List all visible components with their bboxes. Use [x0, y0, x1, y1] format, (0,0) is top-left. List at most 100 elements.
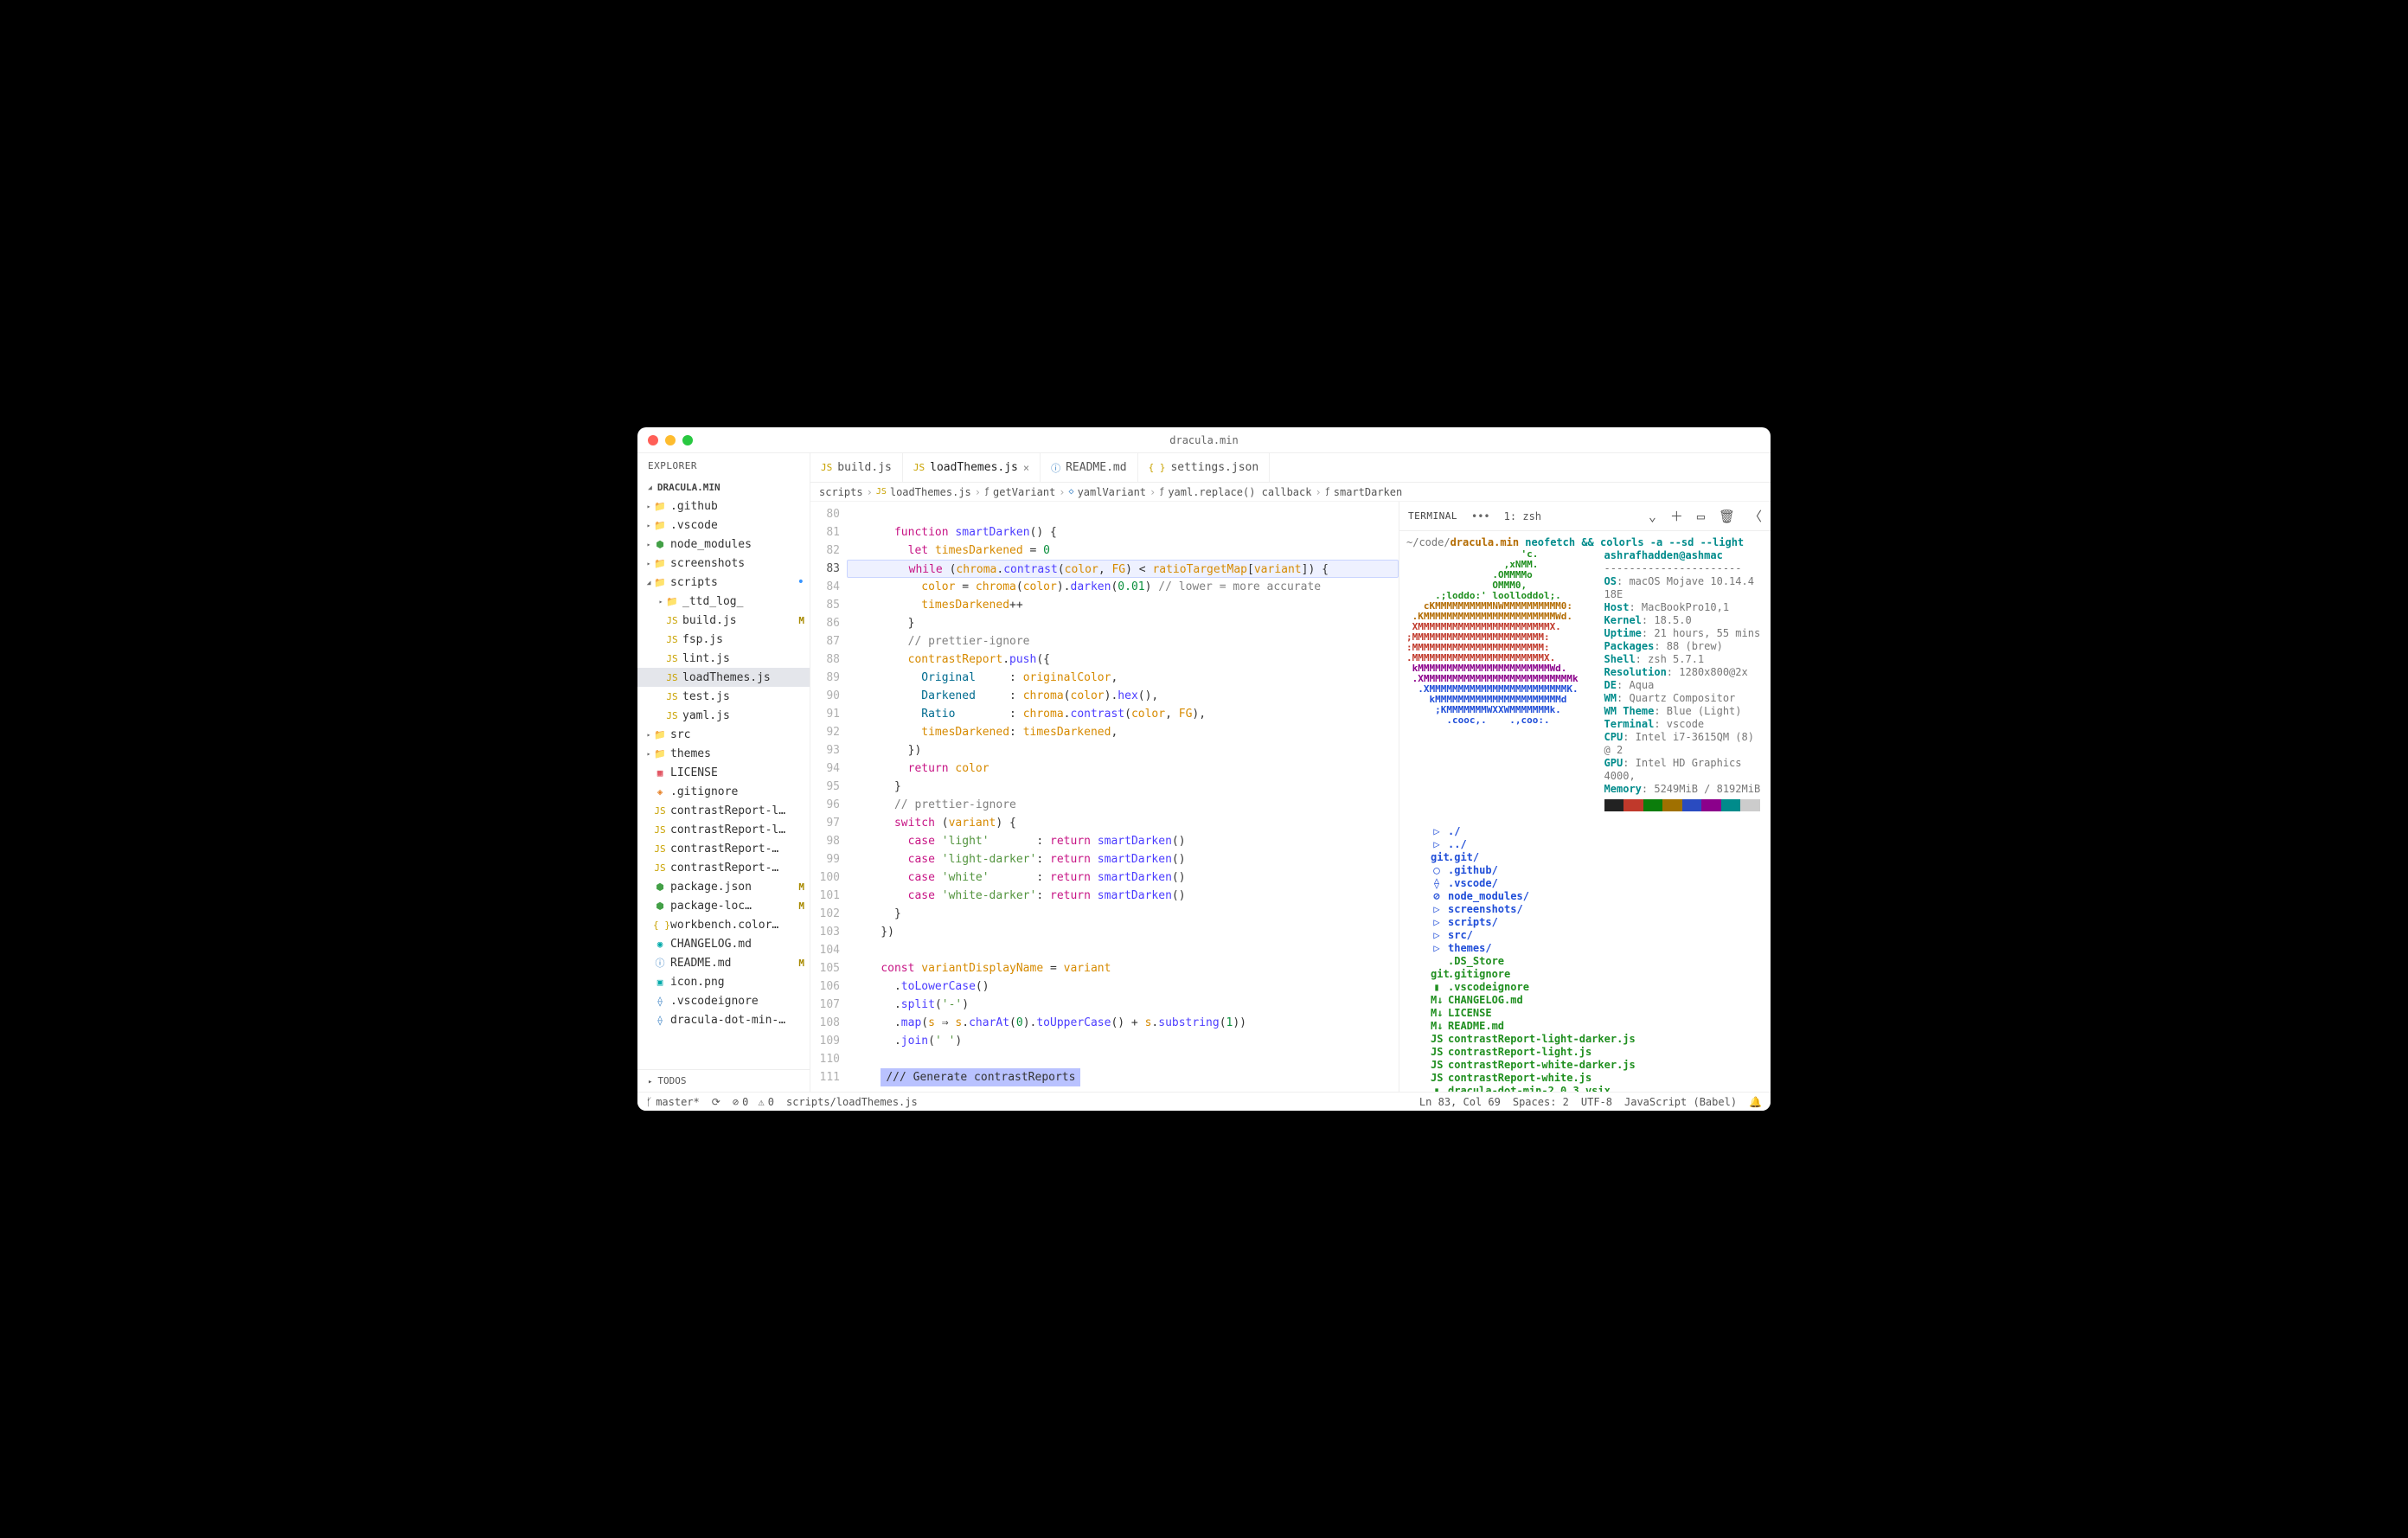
add-terminal-icon[interactable]: ＋: [1670, 507, 1683, 525]
file-icon: ⟠: [653, 1015, 667, 1026]
more-icon[interactable]: •••: [1471, 510, 1490, 522]
file-row[interactable]: JScontrastReport-l…: [637, 820, 810, 839]
status-bar: ᚶ master* ⟳ ⊘ 0 ⚠ 0 scripts/loadThemes.j…: [637, 1092, 1771, 1111]
todos-section[interactable]: TODOS: [637, 1069, 810, 1092]
file-explorer[interactable]: ▸📁.github▸📁.vscode▸⬢node_modules▸📁screen…: [637, 497, 810, 1069]
dropdown-icon[interactable]: ⌄: [1649, 509, 1656, 524]
breadcrumb-item[interactable]: yaml.replace() callback: [1168, 486, 1311, 498]
folder-row[interactable]: ▸📁themes: [637, 744, 810, 763]
window-title: dracula.min: [1169, 434, 1238, 446]
file-row[interactable]: JSloadThemes.js: [637, 668, 810, 687]
folder-row[interactable]: ▸📁_ttd_log_: [637, 592, 810, 611]
item-label: contrastReport-l…: [670, 804, 804, 817]
editor-tab[interactable]: JSbuild.js: [810, 453, 903, 482]
item-label: _ttd_log_: [682, 595, 804, 608]
folder-row[interactable]: ▸📁src: [637, 725, 810, 744]
file-icon: ⓘ: [653, 956, 667, 970]
file-row[interactable]: JScontrastReport-…: [637, 858, 810, 877]
code-editor[interactable]: 8081828384858687888990919293949596979899…: [810, 502, 1399, 1092]
file-row[interactable]: JScontrastReport-l…: [637, 801, 810, 820]
file-row[interactable]: ⟠dracula-dot-min-…: [637, 1010, 810, 1029]
file-icon: JS: [821, 462, 832, 473]
file-row[interactable]: JSlint.js: [637, 649, 810, 668]
file-row[interactable]: JScontrastReport-…: [637, 839, 810, 858]
file-row[interactable]: ⬢package-loc…M: [637, 896, 810, 915]
folder-row[interactable]: ▸📁screenshots: [637, 554, 810, 573]
maximize-icon[interactable]: [682, 435, 693, 445]
line-gutter: 8081828384858687888990919293949596979899…: [810, 502, 847, 1092]
titlebar: dracula.min: [637, 427, 1771, 453]
breadcrumb-item[interactable]: scripts: [819, 486, 863, 498]
editor-tab[interactable]: ⓘREADME.md: [1041, 453, 1137, 482]
minimize-icon[interactable]: [665, 435, 676, 445]
folder-row[interactable]: ▸📁.github: [637, 497, 810, 516]
file-row[interactable]: ▦LICENSE: [637, 763, 810, 782]
sidebar: EXPLORER DRACULA.MIN ▸📁.github▸📁.vscode▸…: [637, 453, 810, 1092]
breadcrumb-separator: ›: [1315, 486, 1321, 498]
git-branch[interactable]: ᚶ master*: [646, 1096, 700, 1108]
file-icon: JS: [665, 653, 679, 664]
file-row[interactable]: ◉CHANGELOG.md: [637, 934, 810, 953]
breadcrumb-item[interactable]: yamlVariant: [1078, 486, 1146, 498]
chevron-right-icon[interactable]: 〈: [1749, 507, 1762, 525]
terminal-content[interactable]: ~/code/dracula.min neofetch && colorls -…: [1399, 531, 1771, 1092]
project-name[interactable]: DRACULA.MIN: [637, 478, 810, 497]
folder-row[interactable]: ▸⬢node_modules: [637, 535, 810, 554]
file-row[interactable]: { }workbench.color…: [637, 915, 810, 934]
file-row[interactable]: JSbuild.jsM: [637, 611, 810, 630]
file-icon: JS: [653, 805, 667, 817]
problems[interactable]: ⊘ 0 ⚠ 0: [733, 1096, 774, 1108]
file-icon: JS: [665, 615, 679, 626]
item-label: contrastReport-l…: [670, 823, 804, 836]
modified-badge: M: [798, 900, 804, 912]
breadcrumb-item[interactable]: getVariant: [993, 486, 1055, 498]
shell-selector[interactable]: 1: zsh: [1504, 510, 1541, 522]
file-row[interactable]: JSfsp.js: [637, 630, 810, 649]
code-content[interactable]: function smartDarken() { let timesDarken…: [847, 502, 1399, 1092]
item-label: themes: [670, 747, 804, 760]
sidebar-header: EXPLORER: [637, 453, 810, 478]
breadcrumb-item[interactable]: smartDarken: [1334, 486, 1402, 498]
breadcrumb-item[interactable]: loadThemes.js: [890, 486, 971, 498]
file-row[interactable]: ⟠.vscodeignore: [637, 991, 810, 1010]
sync-icon[interactable]: ⟳: [712, 1096, 720, 1108]
file-icon: JS: [665, 710, 679, 721]
encoding[interactable]: UTF-8: [1581, 1096, 1612, 1108]
item-label: scripts: [670, 576, 797, 589]
close-icon[interactable]: [648, 435, 658, 445]
file-row[interactable]: ⓘREADME.mdM: [637, 953, 810, 972]
file-row[interactable]: JSyaml.js: [637, 706, 810, 725]
item-label: yaml.js: [682, 709, 804, 722]
editor-tab[interactable]: JSloadThemes.js×: [903, 453, 1041, 482]
editor-tabs[interactable]: JSbuild.jsJSloadThemes.js×ⓘREADME.md{ }s…: [810, 453, 1771, 483]
split-terminal-icon[interactable]: ▭: [1697, 509, 1705, 524]
cursor-position[interactable]: Ln 83, Col 69: [1419, 1096, 1501, 1108]
tab-label: settings.json: [1170, 461, 1258, 474]
file-row[interactable]: ◈.gitignore: [637, 782, 810, 801]
file-icon: JS: [665, 691, 679, 702]
folder-row[interactable]: ◢📁scripts•: [637, 573, 810, 592]
trash-icon[interactable]: 🗑: [1719, 509, 1735, 524]
bell-icon[interactable]: 🔔: [1749, 1096, 1762, 1108]
breadcrumbs[interactable]: scripts›JSloadThemes.js›ƒgetVariant›◇yam…: [810, 483, 1771, 502]
language-mode[interactable]: JavaScript (Babel): [1624, 1096, 1737, 1108]
file-icon: JS: [653, 843, 667, 855]
item-label: screenshots: [670, 557, 804, 570]
app-window: dracula.min EXPLORER DRACULA.MIN ▸📁.gith…: [637, 427, 1771, 1111]
item-label: .github: [670, 500, 804, 513]
item-label: package-loc…: [670, 900, 798, 913]
close-tab-icon[interactable]: ×: [1023, 462, 1029, 474]
item-label: dracula-dot-min-…: [670, 1014, 804, 1027]
terminal-title[interactable]: TERMINAL: [1408, 510, 1457, 522]
file-icon: { }: [653, 920, 667, 931]
file-icon: ⟠: [653, 996, 667, 1007]
file-row[interactable]: JStest.js: [637, 687, 810, 706]
file-row[interactable]: ▣icon.png: [637, 972, 810, 991]
folder-row[interactable]: ▸📁.vscode: [637, 516, 810, 535]
editor-tab[interactable]: { }settings.json: [1138, 453, 1271, 482]
item-label: fsp.js: [682, 633, 804, 646]
item-label: LICENSE: [670, 766, 804, 779]
file-row[interactable]: ⬢package.jsonM: [637, 877, 810, 896]
item-label: .vscode: [670, 519, 804, 532]
indent-setting[interactable]: Spaces: 2: [1513, 1096, 1569, 1108]
